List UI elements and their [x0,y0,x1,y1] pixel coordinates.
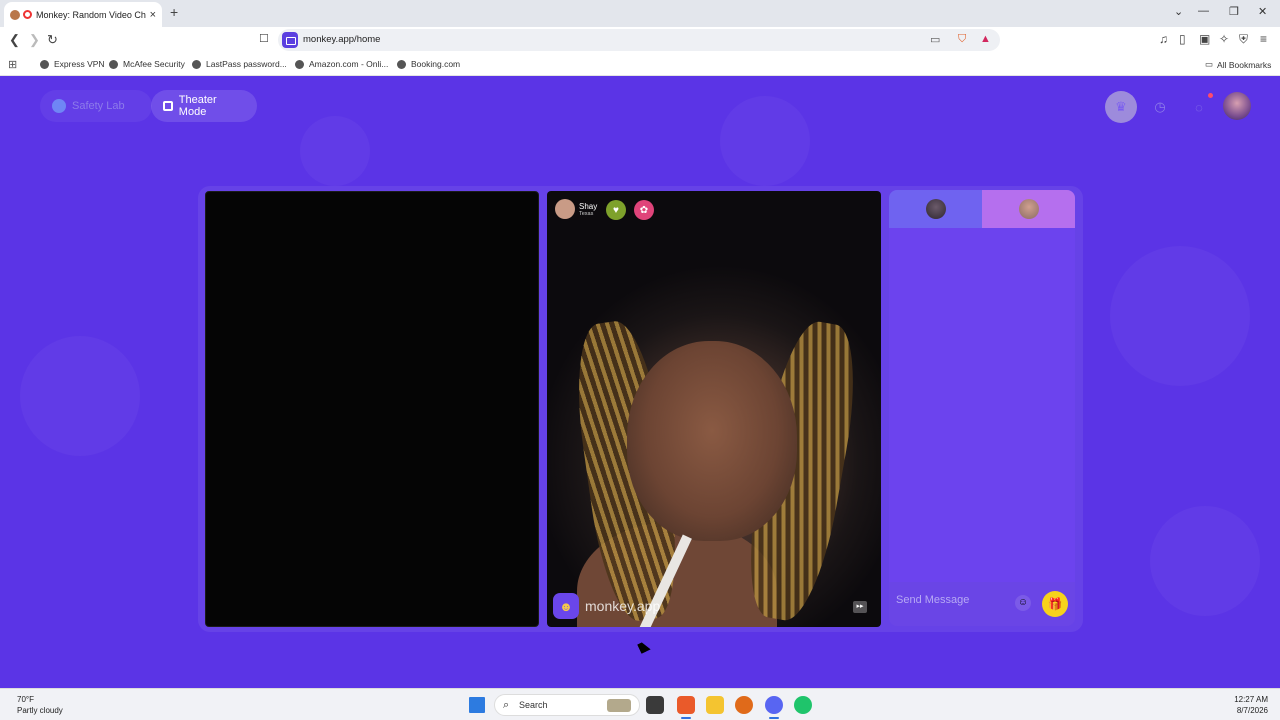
rewards-icon[interactable]: ▲ [980,33,991,45]
heart-icon[interactable]: ♥ [606,200,626,220]
site-info-icon[interactable] [282,32,298,48]
browser-tab[interactable]: Monkey: Random Video Chat × [4,2,162,27]
bookmark-lastpass[interactable]: LastPass password... [192,59,287,69]
leo-ai-icon[interactable]: ✧ [1219,32,1229,46]
clock-icon[interactable]: ◷ [1144,91,1176,123]
apps-grid-icon[interactable]: ⊞ [8,58,17,71]
peer-face [627,341,797,541]
windows-start-icon[interactable] [469,697,485,713]
app-icon[interactable] [735,696,753,714]
self-video [205,191,539,627]
peer-name: Shay [579,201,598,211]
search-highlight-image [607,699,631,712]
bookmark-mcafee[interactable]: McAfee Security [109,59,185,69]
recording-icon [23,10,32,19]
message-input[interactable]: Send Message [896,594,969,606]
bookmark-booking[interactable]: Booking.com [397,59,460,69]
wallet-icon[interactable]: ▣ [1199,32,1210,46]
gift-badge-icon[interactable]: ✿ [634,200,654,220]
safety-lab-button[interactable]: Safety Lab [40,90,152,122]
vpn-icon[interactable]: ⛨ [1239,32,1248,47]
chat-tab-self[interactable] [889,190,982,228]
globe-icon [295,59,304,69]
globe-icon [40,59,49,69]
cast-icon[interactable]: ▭ [930,33,940,46]
notification-badge [1208,93,1213,98]
chat-tab-peer[interactable] [982,190,1075,228]
skip-icon[interactable]: ▸▸ [853,601,867,613]
tab-search-icon[interactable]: ⌄ [1174,5,1183,18]
chat-app-icon[interactable] [794,696,812,714]
folder-icon: ▭ [1205,59,1214,69]
tab-strip: Monkey: Random Video Chat × + ⌄ — ❐ ✕ [0,0,1280,27]
sidebar-icon[interactable]: ▯ [1179,32,1186,46]
watermark-text: monkey.app [585,598,661,614]
profile-avatar[interactable] [1223,92,1251,120]
peer-video: Shay Texas ♥ ✿ ☻ monkey.app ▸▸ [547,191,881,627]
peer-location: Texas [579,210,594,217]
taskbar: 70°F Partly cloudy ⌕ Search 12:27 AM 8/7… [0,688,1280,720]
peer-avatar-small [1018,199,1039,219]
task-view-icon[interactable] [646,696,664,714]
background-decoration [300,116,370,186]
globe-icon [109,59,118,69]
forward-icon[interactable]: ❯ [29,32,40,48]
back-icon[interactable]: ❮ [9,32,20,48]
address-bar[interactable]: monkey.app/home ▭ ⛉ ▲ [278,29,1000,51]
restore-button[interactable]: ❐ [1229,5,1239,18]
bookmarks-bar: ⊞ Express VPN McAfee Security LastPass p… [0,53,1280,76]
close-window-button[interactable]: ✕ [1258,5,1267,18]
monkey-watermark: ☻ monkey.app [553,593,660,619]
system-clock[interactable]: 12:27 AM 8/7/2026 [1234,694,1268,716]
globe-icon [397,59,406,69]
bookmark-express-vpn[interactable]: Express VPN [40,59,105,69]
theater-mode-button[interactable]: Theater Mode [151,90,257,122]
brave-shields-icon[interactable]: ⛉ [958,33,966,46]
reload-icon[interactable]: ↻ [47,32,58,48]
tab-close-icon[interactable]: × [150,9,156,21]
search-icon: ⌕ [503,699,510,711]
url-text[interactable]: monkey.app/home [303,34,380,45]
background-decoration [720,96,810,186]
media-icon[interactable]: ♫ [1159,32,1168,46]
crown-icon[interactable]: ♛ [1105,91,1137,123]
background-decoration [1150,506,1260,616]
minimize-button[interactable]: — [1198,5,1209,17]
file-explorer-icon[interactable] [706,696,724,714]
background-decoration [20,336,140,456]
menu-icon[interactable]: ≡ [1260,32,1267,46]
bookmark-icon[interactable]: ☐ [259,32,269,45]
gift-icon[interactable]: 🎁 [1042,591,1068,617]
globe-icon [192,59,201,69]
new-tab-button[interactable]: + [170,4,178,20]
expand-icon [163,101,173,111]
brave-browser-icon[interactable] [677,696,695,719]
self-avatar [925,199,946,219]
peer-avatar[interactable] [555,199,575,219]
browser-toolbar: ❮ ❯ ↻ ☐ monkey.app/home ▭ ⛉ ▲ [0,27,1280,53]
weather-widget[interactable]: 70°F Partly cloudy [17,694,63,716]
tab-title: Monkey: Random Video Chat [36,9,146,20]
emoji-icon[interactable]: ☺ [1015,595,1031,611]
monkey-favicon-icon [10,9,20,20]
chat-panel: Send Message ☺ 🎁 [889,190,1075,626]
background-decoration [1110,246,1250,386]
all-bookmarks-button[interactable]: ▭ All Bookmarks [1205,59,1271,70]
discord-icon[interactable] [765,696,783,719]
peer-info[interactable]: Shay Texas [555,199,597,219]
shield-icon [52,99,66,113]
bookmark-amazon[interactable]: Amazon.com - Onli... [295,59,388,69]
message-bar: Send Message ☺ 🎁 [889,582,1075,626]
taskbar-search[interactable]: ⌕ Search [494,694,640,716]
monkey-logo-icon: ☻ [553,593,579,619]
